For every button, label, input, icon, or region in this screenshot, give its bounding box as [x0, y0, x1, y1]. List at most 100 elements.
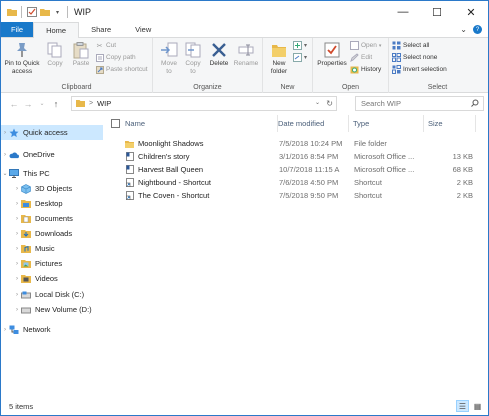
chevron-right-icon[interactable]: ›: [13, 261, 21, 267]
tab-share[interactable]: Share: [79, 22, 123, 37]
rename-button[interactable]: Rename: [233, 41, 259, 68]
nav-item-3d-objects[interactable]: › 3D Objects: [1, 181, 103, 196]
file-row[interactable]: The Coven - Shortcut 7/5/2018 9:50 PM Sh…: [107, 189, 488, 202]
nav-item-downloads[interactable]: › Downloads: [1, 226, 103, 241]
up-arrow-icon[interactable]: ↑: [49, 97, 63, 111]
nav-item-documents[interactable]: › Documents: [1, 211, 103, 226]
invert-selection-button[interactable]: Invert selection: [392, 65, 447, 74]
minimize-button[interactable]: —: [386, 1, 420, 23]
breadcrumb-wip[interactable]: WIP: [97, 99, 111, 108]
refresh-icon[interactable]: ↻: [326, 99, 333, 108]
network-icon: [9, 325, 19, 335]
explorer-window: ▾ WIP — ☐ ✕ File Home Share View ⌄ ? Pin…: [0, 0, 489, 416]
file-row[interactable]: Moonlight Shadows 7/5/2018 10:24 PM File…: [107, 137, 488, 150]
open-button[interactable]: Open ▾: [350, 41, 381, 50]
chevron-down-icon[interactable]: ⌄: [1, 170, 9, 177]
file-row[interactable]: Children's story 3/1/2016 8:54 PM Micros…: [107, 150, 488, 163]
pin-to-quick-access-button[interactable]: Pin to Quick access: [4, 41, 40, 76]
chevron-right-icon[interactable]: ›: [13, 292, 21, 298]
paste-shortcut-button[interactable]: Paste shortcut: [95, 65, 148, 74]
back-arrow-icon[interactable]: ←: [7, 97, 21, 111]
large-icons-view-icon[interactable]: ▦: [471, 400, 484, 412]
column-header-name[interactable]: Name: [121, 115, 278, 132]
tab-file[interactable]: File: [1, 22, 34, 37]
history-button[interactable]: History: [350, 65, 381, 74]
maximize-button[interactable]: ☐: [420, 1, 454, 23]
chevron-right-icon[interactable]: ›: [13, 186, 21, 192]
copy-path-button[interactable]: Copy path: [95, 53, 136, 62]
address-dropdown-icon[interactable]: ⌄: [315, 99, 320, 106]
chevron-right-icon[interactable]: ›: [13, 216, 21, 222]
nav-item-this-pc[interactable]: ⌄ This PC: [1, 166, 103, 181]
file-row[interactable]: Nightbound - Shortcut 7/6/2018 4:50 PM S…: [107, 176, 488, 189]
nav-item-pictures[interactable]: › Pictures: [1, 256, 103, 271]
nav-item-local-disk-c[interactable]: › Local Disk (C:): [1, 287, 103, 302]
edit-button[interactable]: Edit: [350, 53, 372, 62]
file-name: Nightbound - Shortcut: [138, 178, 211, 187]
move-to-button[interactable]: Move to: [158, 41, 180, 76]
new-folder-icon[interactable]: [39, 7, 50, 18]
chevron-right-icon[interactable]: ›: [1, 130, 9, 136]
recent-locations-icon[interactable]: ⌄: [35, 97, 49, 111]
column-header-size[interactable]: Size: [424, 115, 476, 132]
copy-label: Copy: [47, 60, 63, 67]
nav-item-music[interactable]: › Music: [1, 241, 103, 256]
title-bar: ▾ WIP — ☐ ✕: [1, 1, 488, 23]
nav-item-network[interactable]: › Network: [1, 322, 103, 337]
edit-label: Edit: [361, 54, 373, 61]
window-controls: — ☐ ✕: [386, 1, 488, 23]
properties-button[interactable]: Properties: [315, 41, 349, 68]
select-all-checkbox[interactable]: [111, 119, 120, 128]
search-icon: [471, 99, 479, 109]
column-header-type[interactable]: Type: [349, 115, 424, 132]
forward-arrow-icon[interactable]: →: [21, 97, 35, 111]
nav-item-desktop[interactable]: › Desktop: [1, 196, 103, 211]
clipboard-group-label: Clipboard: [61, 84, 92, 91]
view-switcher: ☰ ▦: [456, 400, 484, 412]
copy-to-button[interactable]: Copy to: [182, 41, 204, 76]
pictures-folder-icon: [21, 259, 31, 269]
chevron-right-icon[interactable]: ›: [13, 307, 21, 313]
easy-access-button[interactable]: ▾: [293, 53, 307, 62]
delete-button[interactable]: Delete: [207, 41, 231, 68]
select-none-icon: [392, 53, 401, 62]
nav-item-videos[interactable]: › Videos: [1, 271, 103, 286]
help-icon[interactable]: ?: [473, 25, 482, 34]
new-item-icon: [293, 41, 302, 50]
nav-item-quick-access[interactable]: › Quick access: [1, 125, 103, 140]
file-row[interactable]: Harvest Ball Queen 10/7/2018 11:15 A Mic…: [107, 163, 488, 176]
nav-item-label: Desktop: [35, 199, 63, 208]
tab-home[interactable]: Home: [33, 22, 80, 38]
details-view-icon[interactable]: ☰: [456, 400, 469, 412]
chevron-right-icon[interactable]: ›: [13, 276, 21, 282]
tab-view[interactable]: View: [123, 22, 163, 37]
select-all-button[interactable]: Select all: [392, 41, 429, 50]
nav-item-new-volume-d[interactable]: › New Volume (D:): [1, 302, 103, 317]
expand-ribbon-icon[interactable]: ⌄: [460, 25, 467, 34]
new-item-button[interactable]: ▾: [293, 41, 307, 50]
customize-toolbar-icon[interactable]: ▾: [52, 7, 63, 18]
move-to-icon: [158, 41, 180, 59]
nav-item-label: OneDrive: [23, 150, 55, 159]
search-input[interactable]: Search WIP: [361, 99, 401, 108]
cut-button[interactable]: ✂ Cut: [95, 41, 117, 50]
nav-item-label: Quick access: [23, 128, 68, 137]
paste-button[interactable]: Paste: [69, 41, 93, 68]
chevron-right-icon[interactable]: ›: [13, 246, 21, 252]
properties-check-icon[interactable]: [26, 7, 37, 18]
chevron-right-icon[interactable]: ›: [13, 201, 21, 207]
file-type: File folder: [354, 139, 387, 148]
chevron-right-icon[interactable]: ›: [13, 231, 21, 237]
column-header-date[interactable]: Date modified: [274, 115, 349, 132]
ribbon: Pin to Quick access Copy Paste ✂ Cut Cop…: [1, 38, 488, 93]
chevron-right-icon[interactable]: ›: [1, 152, 9, 158]
invert-selection-icon: [392, 65, 401, 74]
address-bar[interactable]: > WIP ⌄ ↻: [71, 96, 337, 111]
copy-button[interactable]: Copy: [43, 41, 67, 68]
close-button[interactable]: ✕: [454, 1, 488, 23]
search-box[interactable]: Search WIP: [355, 96, 484, 111]
chevron-right-icon[interactable]: ›: [1, 327, 9, 333]
select-none-button[interactable]: Select none: [392, 53, 437, 62]
new-folder-button[interactable]: New folder: [267, 41, 291, 76]
nav-item-onedrive[interactable]: › OneDrive: [1, 147, 103, 162]
